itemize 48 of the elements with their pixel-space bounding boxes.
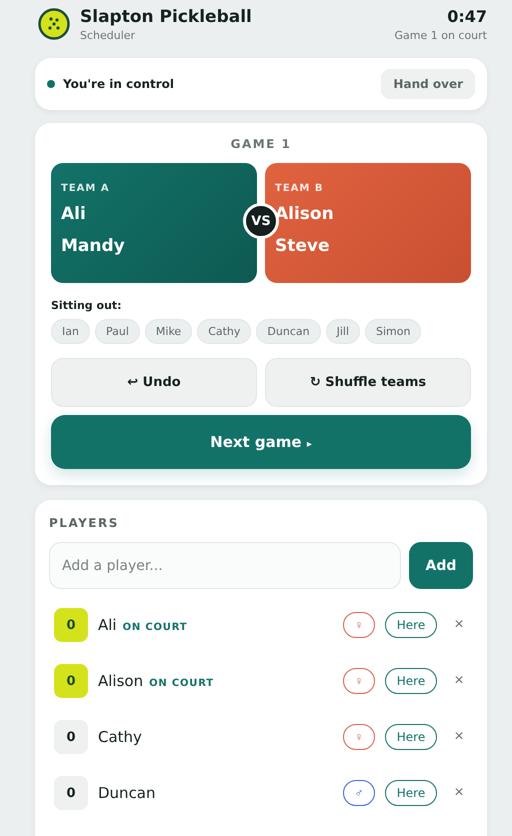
sitting-out-label: Sitting out: [51, 299, 123, 312]
add-button[interactable]: Add [409, 542, 473, 589]
score-badge: 0 [54, 776, 88, 810]
score-badge: 0 [54, 608, 88, 642]
player-input[interactable]: Add a player... [49, 542, 401, 589]
here-button[interactable]: Here [385, 612, 437, 638]
remove-button[interactable]: × [445, 616, 473, 634]
gender-toggle[interactable]: ♀ [343, 612, 375, 638]
here-button[interactable]: Here [385, 780, 437, 806]
team-player: Mandy [61, 235, 126, 258]
player-chip: Cathy [197, 319, 252, 344]
team-label: TEAM B [275, 183, 324, 194]
app-subtitle: Scheduler [80, 29, 136, 42]
court-status: Game 1 on court [394, 29, 487, 42]
players-heading: PLAYERS [49, 516, 120, 530]
ball-icon [38, 8, 70, 40]
action-button[interactable]: ↻ Shuffle teams [265, 358, 471, 407]
player-chip: Simon [365, 319, 422, 344]
action-button[interactable]: ↩ Undo [51, 358, 257, 407]
player-name: Ali [98, 616, 117, 634]
player-chip: Mike [144, 319, 192, 344]
score-badge: 0 [54, 664, 88, 698]
hand-over-button[interactable]: Hand over [381, 69, 475, 99]
player-name: Duncan [98, 784, 156, 802]
player-name: Cathy [98, 728, 142, 746]
next-game-button[interactable]: Next game ▸ [51, 415, 471, 469]
remove-button[interactable]: × [445, 672, 473, 690]
player-chip: Paul [94, 319, 140, 344]
here-button[interactable]: Here [385, 668, 437, 694]
team-player: Ali [61, 203, 87, 226]
gender-toggle[interactable]: ♀ [343, 724, 375, 750]
remove-button[interactable]: × [445, 728, 473, 746]
timer: 0:47 [446, 6, 487, 28]
app-title: Slapton Pickleball [80, 6, 253, 28]
on-court-label: ON COURT [122, 622, 188, 633]
player-chip: Duncan [256, 319, 321, 344]
game-title: GAME 1 [230, 137, 292, 151]
on-court-label: ON COURT [149, 678, 214, 689]
gender-toggle[interactable]: ♂ [343, 780, 375, 806]
player-chip: Jill [326, 319, 360, 344]
remove-button[interactable]: × [445, 784, 473, 802]
player-name: Alison [98, 672, 144, 690]
gender-toggle[interactable]: ♀ [343, 668, 375, 694]
player-chip: Ian [51, 319, 90, 344]
control-label: You're in control [63, 77, 176, 91]
score-badge: 0 [54, 720, 88, 754]
here-button[interactable]: Here [385, 724, 437, 750]
team-label: TEAM A [61, 183, 111, 194]
